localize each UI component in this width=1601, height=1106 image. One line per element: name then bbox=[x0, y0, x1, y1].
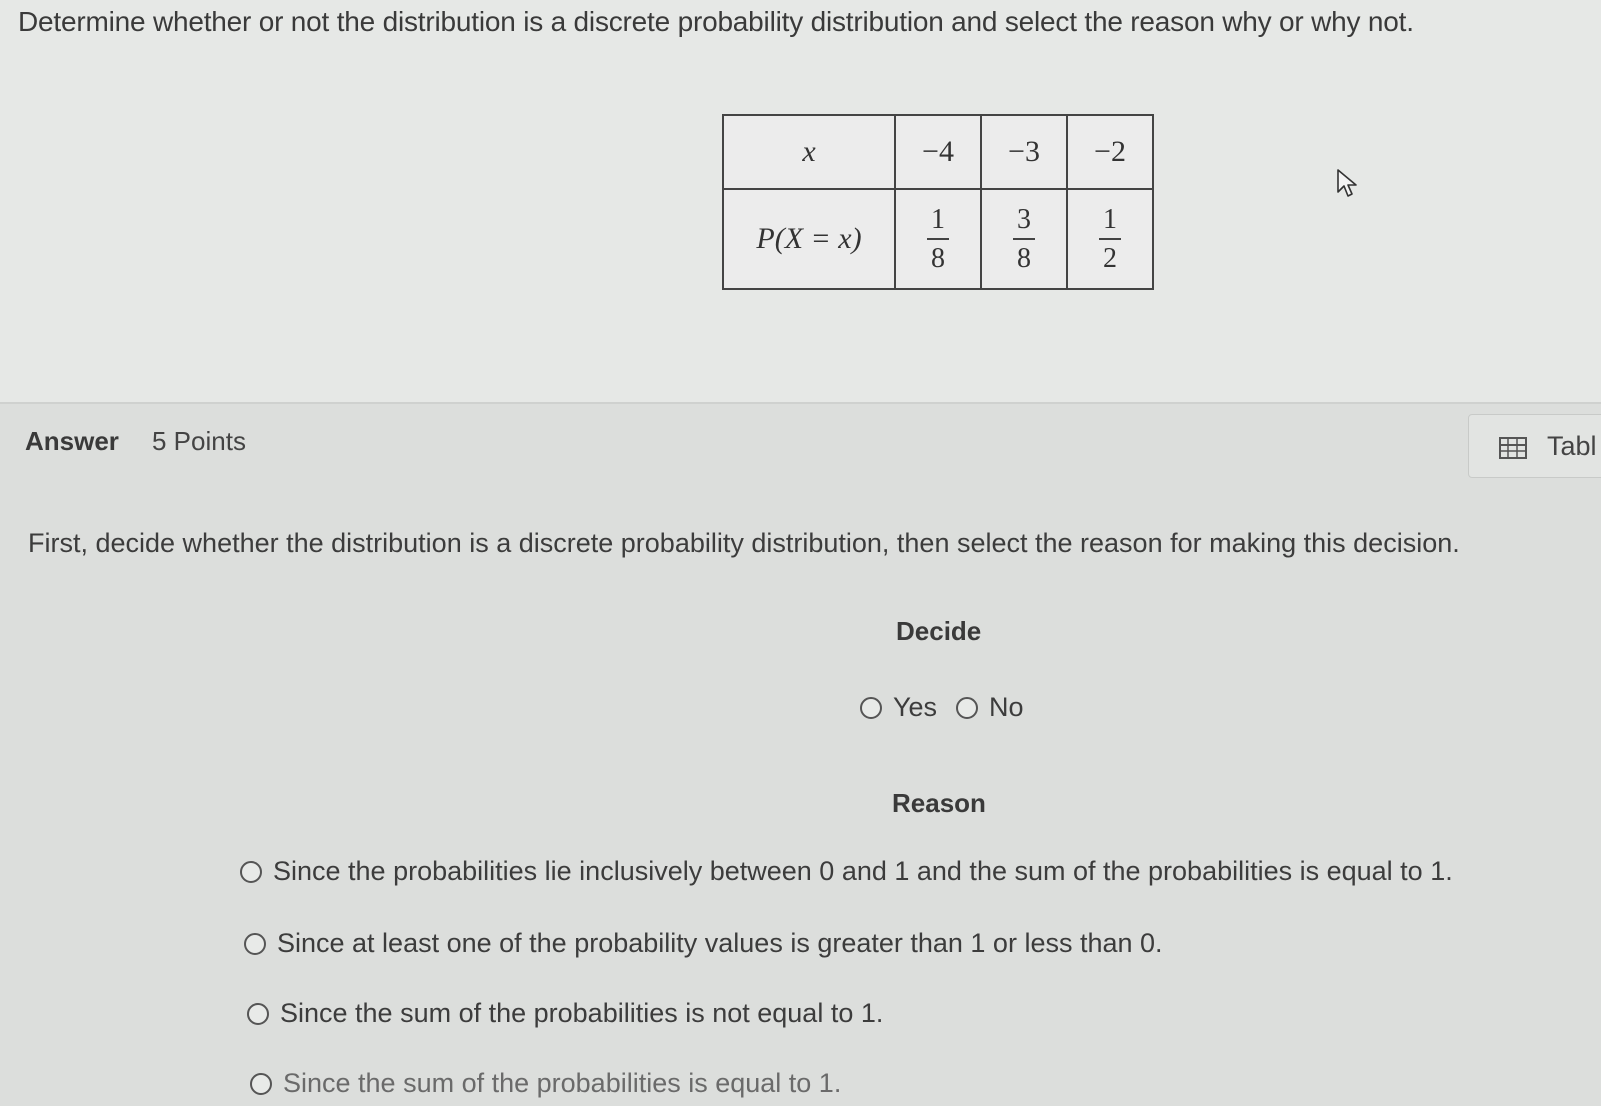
fraction-bar bbox=[927, 238, 949, 240]
radio-button[interactable] bbox=[956, 696, 978, 719]
fraction-denominator: 2 bbox=[1103, 243, 1117, 274]
p-label-cell: P(X = x) bbox=[722, 188, 896, 290]
probability-fraction: 3 8 bbox=[1013, 203, 1035, 274]
reason-option[interactable]: Since the sum of the probabilities is no… bbox=[247, 998, 883, 1029]
instructions-text: First, decide whether the distribution i… bbox=[28, 528, 1460, 558]
table-grid-icon bbox=[1499, 437, 1527, 459]
table-row-probability: P(X = x) 1 8 3 8 1 2 bbox=[722, 188, 1154, 290]
radio-button[interactable] bbox=[244, 932, 266, 955]
points-label: 5 Points bbox=[152, 426, 246, 456]
table-button-label: Tabl bbox=[1547, 431, 1597, 461]
x-value: −3 bbox=[1008, 135, 1040, 168]
decide-option-no[interactable]: No bbox=[956, 692, 1024, 723]
question-text: Determine whether or not the distributio… bbox=[18, 6, 1414, 37]
decide-option-label: Yes bbox=[893, 692, 938, 722]
radio-button[interactable] bbox=[240, 860, 262, 883]
table-row-x: x −4 −3 −2 bbox=[722, 114, 1154, 190]
decide-option-yes[interactable]: Yes bbox=[860, 692, 937, 723]
reason-option-label: Since at least one of the probability va… bbox=[277, 928, 1163, 958]
probability-fraction: 1 2 bbox=[1099, 203, 1121, 274]
x-value-cell: −3 bbox=[980, 114, 1068, 190]
x-value-cell: −2 bbox=[1066, 114, 1154, 190]
table-button[interactable]: Tabl bbox=[1468, 414, 1601, 478]
reason-option[interactable]: Since the sum of the probabilities is eq… bbox=[250, 1068, 841, 1099]
probability-cell: 3 8 bbox=[980, 188, 1068, 290]
fraction-numerator: 1 bbox=[1103, 203, 1117, 235]
x-value: −2 bbox=[1094, 135, 1126, 168]
fraction-bar bbox=[1013, 238, 1035, 240]
fraction-numerator: 1 bbox=[931, 203, 945, 235]
reason-option[interactable]: Since the probabilities lie inclusively … bbox=[240, 856, 1453, 887]
fraction-numerator: 3 bbox=[1017, 203, 1031, 235]
decide-option-label: No bbox=[989, 692, 1024, 722]
probability-cell: 1 2 bbox=[1066, 188, 1154, 290]
fraction-denominator: 8 bbox=[1017, 243, 1031, 274]
answer-label: Answer bbox=[25, 426, 119, 456]
question-area: Determine whether or not the distributio… bbox=[0, 0, 1601, 402]
probability-cell: 1 8 bbox=[894, 188, 982, 290]
reason-heading: Reason bbox=[892, 788, 986, 818]
p-label: P(X = x) bbox=[756, 222, 862, 255]
reason-option-label: Since the sum of the probabilities is no… bbox=[280, 998, 884, 1028]
probability-fraction: 1 8 bbox=[927, 203, 949, 274]
reason-option-label: Since the sum of the probabilities is eq… bbox=[283, 1068, 842, 1098]
fraction-bar bbox=[1099, 238, 1121, 240]
x-label: x bbox=[802, 135, 816, 168]
radio-button[interactable] bbox=[250, 1072, 272, 1095]
fraction-denominator: 8 bbox=[931, 243, 945, 274]
x-label-cell: x bbox=[722, 114, 896, 190]
answer-area: Answer 5 Points Tabl First, decide wheth… bbox=[0, 404, 1601, 1106]
radio-button[interactable] bbox=[247, 1002, 269, 1025]
distribution-table: x −4 −3 −2 P(X = x) 1 8 3 8 1 2 bbox=[722, 114, 1154, 290]
reason-option[interactable]: Since at least one of the probability va… bbox=[244, 928, 1163, 959]
reason-option-label: Since the probabilities lie inclusively … bbox=[273, 856, 1453, 886]
x-value: −4 bbox=[922, 135, 954, 168]
x-value-cell: −4 bbox=[894, 114, 982, 190]
radio-button[interactable] bbox=[860, 696, 882, 719]
decide-heading: Decide bbox=[896, 616, 982, 646]
mouse-pointer-icon bbox=[1337, 169, 1357, 197]
